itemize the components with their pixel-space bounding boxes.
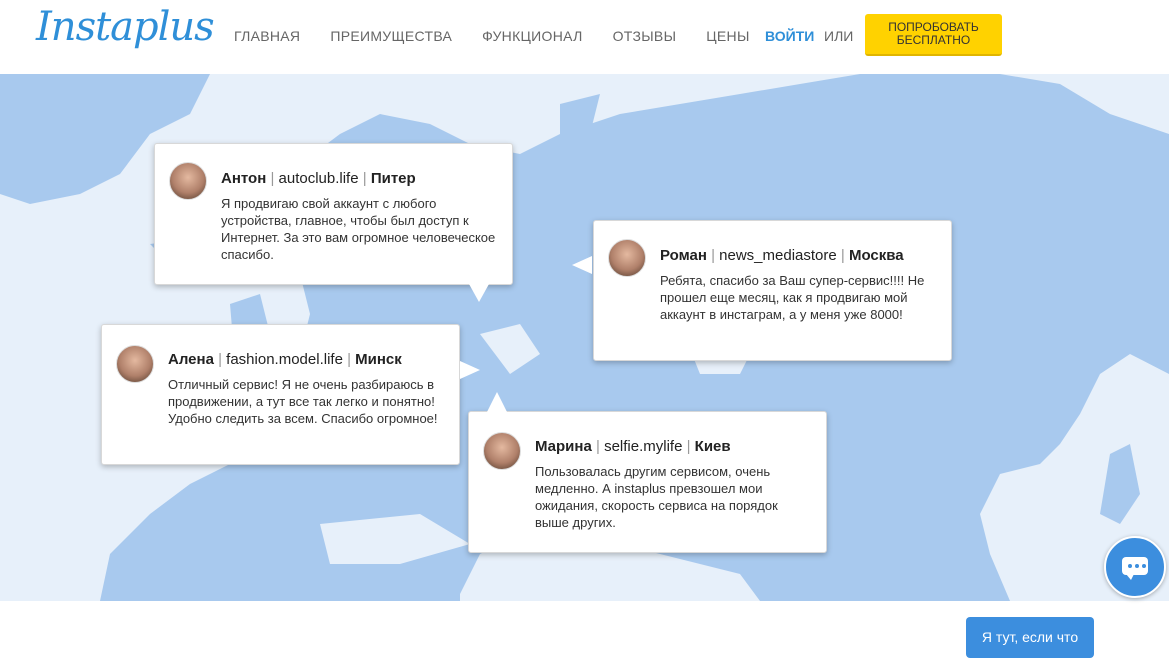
card-pointer	[460, 361, 480, 379]
try-free-line2: БЕСПЛАТНО	[896, 33, 971, 47]
review-text: Ребята, спасибо за Ваш супер-сервис!!!! …	[660, 273, 925, 322]
card-pointer	[572, 256, 592, 274]
review-card-marina: Марина | selfie.mylife | Киев Пользовала…	[468, 411, 827, 553]
avatar	[169, 162, 207, 200]
main-nav: ГЛАВНАЯ ПРЕИМУЩЕСТВА ФУНКЦИОНАЛ ОТЗЫВЫ Ц…	[234, 28, 780, 44]
or-label: ИЛИ	[824, 28, 854, 44]
nav-advantages[interactable]: ПРЕИМУЩЕСТВА	[330, 28, 452, 44]
nav-prices[interactable]: ЦЕНЫ	[706, 28, 749, 44]
chat-bubble-icon	[1122, 557, 1148, 580]
login-link[interactable]: ВОЙТИ	[765, 28, 814, 44]
reviewer-city: Киев	[694, 438, 731, 455]
world-map: Антон | autoclub.life | Питер Я продвига…	[0, 74, 1169, 658]
reviewer-site: fashion.model.life	[226, 351, 343, 368]
review-header: Роман | news_mediastore | Москва	[660, 247, 904, 264]
reviewer-name: Марина	[535, 438, 592, 455]
review-header: Алена | fashion.model.life | Минск	[168, 351, 402, 368]
review-text: Я продвигаю свой аккаунт с любого устрой…	[221, 196, 496, 262]
avatar	[608, 239, 646, 277]
nav-reviews[interactable]: ОТЗЫВЫ	[613, 28, 677, 44]
review-text: Отличный сервис! Я не очень разбираюсь в…	[168, 377, 438, 426]
reviewer-site: news_mediastore	[719, 247, 837, 264]
avatar	[116, 345, 154, 383]
try-free-button[interactable]: ПОПРОБОВАТЬ БЕСПЛАТНО	[865, 14, 1002, 56]
reviewer-city: Москва	[848, 247, 904, 264]
instaplus-logo[interactable]: Instaplus	[36, 4, 215, 50]
review-card-roman: Роман | news_mediastore | Москва Ребята,…	[593, 220, 952, 361]
card-pointer	[487, 392, 507, 412]
reviewer-name: Алена	[168, 351, 214, 368]
review-text: Пользовалась другим сервисом, очень медл…	[535, 464, 778, 530]
card-pointer	[469, 284, 489, 302]
review-card-alena: Алена | fashion.model.life | Минск Отлич…	[101, 324, 460, 465]
site-header: Instaplus ГЛАВНАЯ ПРЕИМУЩЕСТВА ФУНКЦИОНА…	[0, 0, 1169, 74]
avatar	[483, 432, 521, 470]
reviewer-site: autoclub.life	[278, 170, 359, 187]
nav-features[interactable]: ФУНКЦИОНАЛ	[482, 28, 582, 44]
review-card-anton: Антон | autoclub.life | Питер Я продвига…	[154, 143, 513, 285]
review-header: Антон | autoclub.life | Питер	[221, 170, 416, 187]
reviewer-site: selfie.mylife	[604, 438, 683, 455]
reviewer-city: Питер	[370, 170, 416, 187]
chat-open-button[interactable]	[1104, 536, 1166, 598]
reviewer-name: Роман	[660, 247, 707, 264]
review-header: Марина | selfie.mylife | Киев	[535, 438, 731, 455]
chat-label-button[interactable]: Я тут, если что	[966, 617, 1094, 658]
nav-home[interactable]: ГЛАВНАЯ	[234, 28, 300, 44]
reviewer-name: Антон	[221, 170, 267, 187]
reviewer-city: Минск	[355, 351, 402, 368]
